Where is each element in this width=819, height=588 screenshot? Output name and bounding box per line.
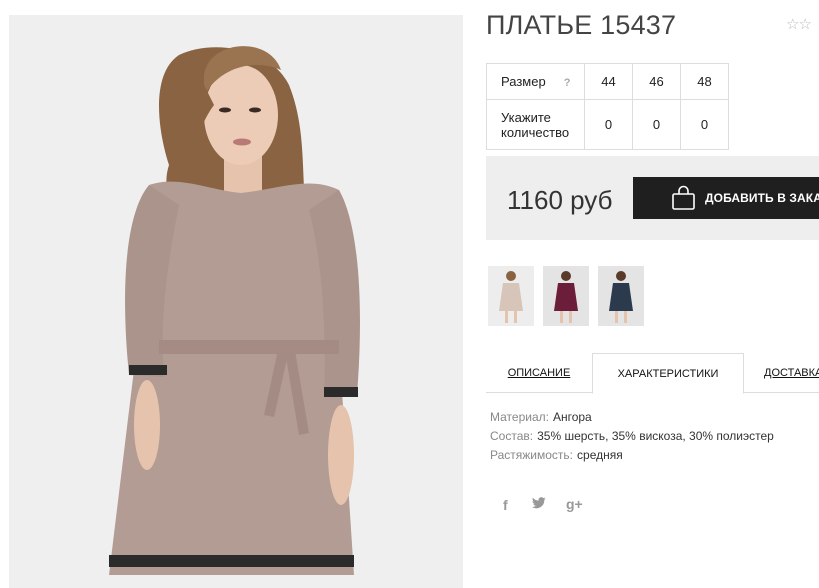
- size-48: 48: [680, 63, 729, 100]
- quantity-input-46[interactable]: 0: [632, 99, 681, 150]
- spec-key: Состав:: [490, 429, 534, 443]
- quantity-input-48[interactable]: 0: [680, 99, 729, 150]
- thumbnail-burgundy[interactable]: [543, 266, 589, 326]
- thumbnail-navy-image: [598, 266, 644, 326]
- tab-delivery-label: ДОСТАВКА: [764, 367, 819, 379]
- add-to-order-label: ДОБАВИТЬ В ЗАКАЗ: [705, 191, 819, 205]
- quantity-row: Укажите количество 0 0 0: [486, 99, 729, 150]
- spec-value: средняя: [577, 448, 623, 462]
- add-to-order-button[interactable]: ДОБАВИТЬ В ЗАКАЗ: [633, 177, 819, 219]
- size-help-icon[interactable]: ?: [564, 77, 571, 89]
- thumbnail-beige-image: [488, 266, 534, 326]
- quantity-input-44[interactable]: 0: [584, 99, 633, 150]
- google-plus-icon[interactable]: g+: [566, 496, 583, 512]
- shopping-bag-icon: [672, 185, 695, 210]
- product-main-image[interactable]: [9, 15, 463, 588]
- spec-material: Материал: Ангора: [490, 408, 774, 427]
- twitter-icon[interactable]: [532, 497, 546, 512]
- size-label-cell: Размер?: [486, 63, 585, 100]
- size-quantity-table: Размер? 44 46 48 Укажите количество 0 0 …: [486, 63, 729, 150]
- thumbnail-burgundy-image: [543, 266, 589, 326]
- product-tabs: ОПИСАНИЕ ХАРАКТЕРИСТИКИ ДОСТАВКА: [486, 353, 819, 394]
- twitter-bird-icon: [532, 497, 546, 509]
- size-44: 44: [584, 63, 633, 100]
- rating-stars-icon[interactable]: ☆☆: [786, 15, 812, 33]
- product-title: ПЛАТЬЕ 15437: [486, 10, 677, 40]
- product-specs: Материал: Ангора Состав: 35% шерсть, 35% в…: [490, 408, 774, 465]
- thumbnail-beige[interactable]: [488, 266, 534, 326]
- spec-key: Растяжимость:: [490, 448, 574, 462]
- spec-value: 35% шерсть, 35% вискоза, 30% полиэстер: [537, 429, 774, 443]
- price-box: 1160 руб ДОБАВИТЬ В ЗАКАЗ: [486, 156, 819, 240]
- tab-description-label: ОПИСАНИЕ: [507, 367, 571, 379]
- product-price: 1160 руб: [507, 185, 613, 215]
- spec-composition: Состав: 35% шерсть, 35% вискоза, 30% поли…: [490, 427, 774, 446]
- size-row: Размер? 44 46 48: [486, 63, 729, 100]
- spec-stretch: Растяжимость: средняя: [490, 446, 774, 465]
- dress-model-illustration: [9, 15, 463, 588]
- quantity-label: Укажите количество: [486, 99, 585, 150]
- size-label: Размер: [501, 74, 546, 89]
- spec-key: Материал:: [490, 410, 549, 424]
- tab-characteristics-label: ХАРАКТЕРИСТИКИ: [617, 367, 719, 380]
- thumbnail-navy[interactable]: [598, 266, 644, 326]
- size-46: 46: [632, 63, 681, 100]
- tab-characteristics[interactable]: ХАРАКТЕРИСТИКИ: [592, 353, 744, 394]
- tab-delivery[interactable]: ДОСТАВКА: [764, 353, 819, 393]
- tab-description[interactable]: ОПИСАНИЕ: [486, 353, 592, 393]
- facebook-icon[interactable]: f: [503, 497, 508, 513]
- spec-value: Ангора: [552, 410, 592, 424]
